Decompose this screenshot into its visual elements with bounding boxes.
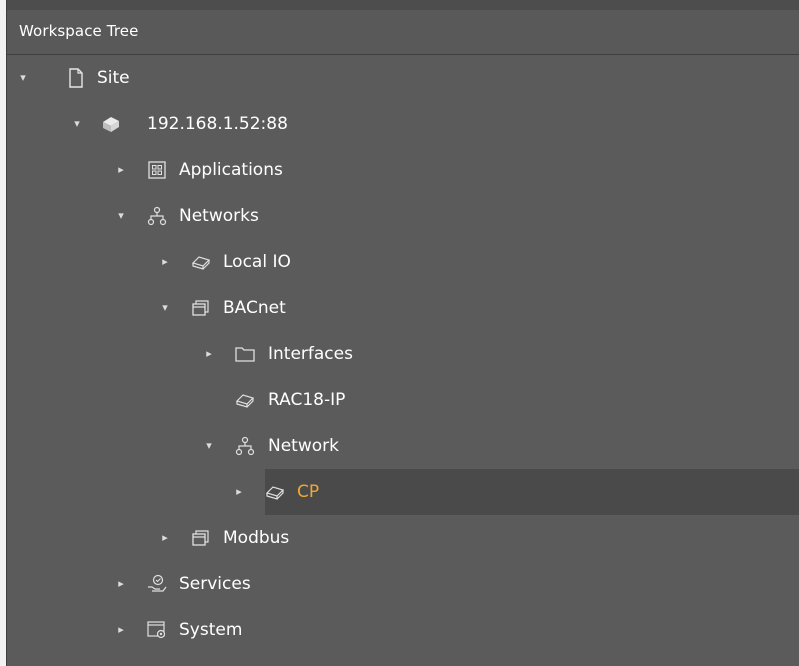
tree-item-label: Site [97, 68, 130, 88]
tree-item-bacnet[interactable]: ▾ BACnet [7, 285, 799, 331]
tree-item-label: BACnet [223, 298, 286, 318]
panel-top-border [7, 0, 799, 10]
tree-item-label: Interfaces [268, 344, 353, 364]
network-icon [146, 205, 168, 227]
tree-item-system[interactable]: ▸ System [7, 607, 799, 653]
tree-item-rac18-ip[interactable]: RAC18-IP [7, 377, 799, 423]
collapse-arrow-icon[interactable]: ▸ [159, 529, 171, 547]
tree-item-local-io[interactable]: ▸ Local IO [7, 239, 799, 285]
server-icon [100, 113, 122, 135]
tree-item-label: 192.168.1.52:88 [147, 114, 288, 134]
system-icon [146, 619, 168, 641]
applications-icon [146, 159, 168, 181]
collapse-arrow-icon[interactable]: ▸ [159, 253, 171, 271]
stack-icon [190, 527, 212, 549]
tree-item-label: Networks [179, 206, 259, 226]
expand-arrow-icon[interactable]: ▾ [71, 115, 83, 133]
folder-icon [234, 343, 256, 365]
expand-arrow-icon[interactable]: ▾ [159, 299, 171, 317]
services-icon [146, 573, 168, 595]
tree-item-label: CP [297, 482, 320, 502]
collapse-arrow-icon[interactable]: ▸ [115, 161, 127, 179]
workspace-tree-panel: Workspace Tree ▾ Site ▾ 192.168.1.52:88 … [6, 0, 799, 666]
tree-item-services[interactable]: ▸ Services [7, 561, 799, 607]
document-icon [65, 67, 87, 89]
collapse-arrow-icon[interactable]: ▸ [233, 483, 245, 501]
expand-arrow-icon[interactable]: ▾ [203, 437, 215, 455]
device-icon [190, 251, 212, 273]
collapse-arrow-icon[interactable]: ▸ [203, 345, 215, 363]
expand-arrow-icon[interactable]: ▾ [115, 207, 127, 225]
tree-item-label: System [179, 620, 243, 640]
tree-item-interfaces[interactable]: ▸ Interfaces [7, 331, 799, 377]
tree-item-label: Network [268, 436, 339, 456]
tree-item-site[interactable]: ▾ Site [7, 55, 799, 101]
tree-item-label: Applications [179, 160, 283, 180]
network-icon [234, 435, 256, 457]
tree-item-modbus[interactable]: ▸ Modbus [7, 515, 799, 561]
expand-arrow-icon[interactable]: ▾ [17, 69, 29, 87]
tree-item-network[interactable]: ▾ Network [7, 423, 799, 469]
selection-highlight [265, 469, 799, 515]
stack-icon [190, 297, 212, 319]
tree-item-label: Services [179, 574, 251, 594]
panel-titlebar: Workspace Tree [7, 10, 799, 55]
device-icon [234, 389, 256, 411]
tree-item-host[interactable]: ▾ 192.168.1.52:88 [7, 101, 799, 147]
tree-item-label: Local IO [223, 252, 291, 272]
tree-item-label: Modbus [223, 528, 290, 548]
collapse-arrow-icon[interactable]: ▸ [115, 621, 127, 639]
tree-item-applications[interactable]: ▸ Applications [7, 147, 799, 193]
tree-item-networks[interactable]: ▾ Networks [7, 193, 799, 239]
device-icon [264, 481, 286, 503]
collapse-arrow-icon[interactable]: ▸ [115, 575, 127, 593]
panel-title: Workspace Tree [19, 22, 139, 40]
tree-item-cp[interactable]: ▸ CP [7, 469, 799, 515]
tree-item-label: RAC18-IP [268, 390, 346, 410]
